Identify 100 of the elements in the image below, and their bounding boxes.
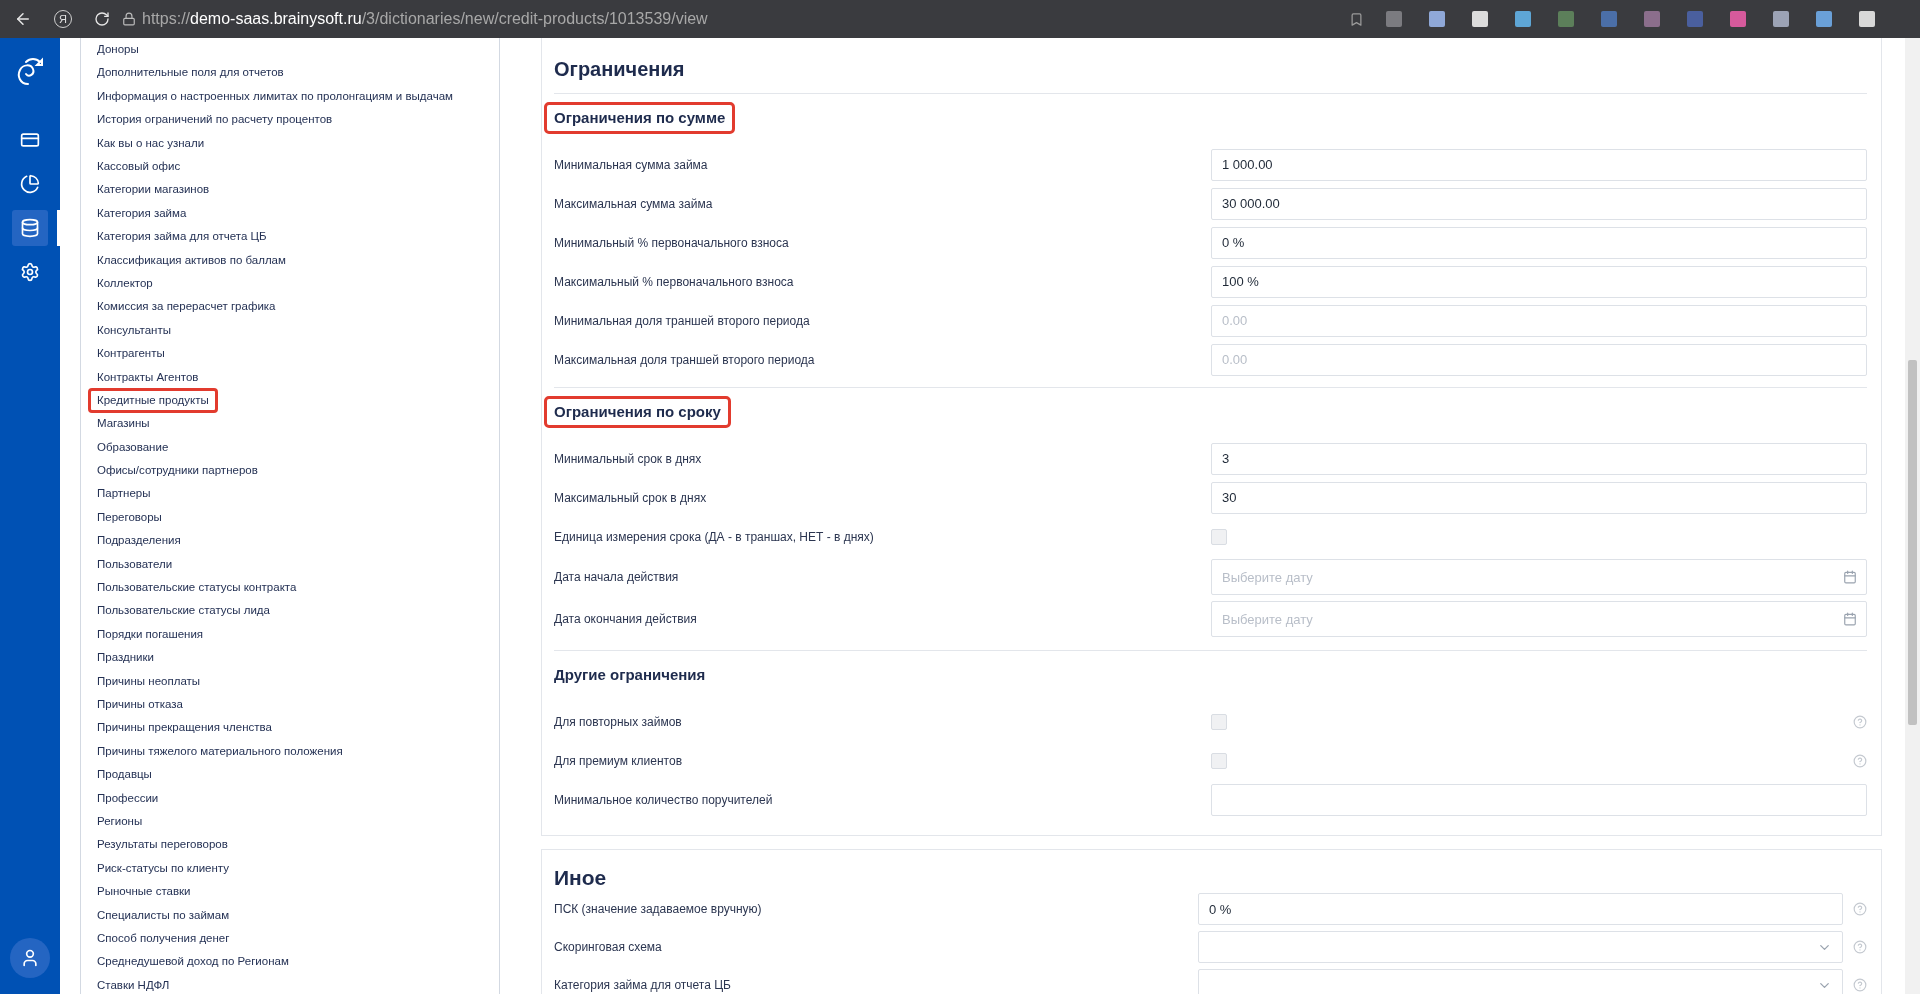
dictionary-item[interactable]: Комиссия за перерасчет графика — [94, 295, 279, 319]
input-field[interactable]: 3 — [1211, 442, 1867, 475]
scrollbar[interactable] — [1905, 38, 1920, 994]
help-icon[interactable] — [1853, 753, 1867, 768]
dictionary-item[interactable]: Категория займа — [94, 201, 190, 226]
card-title: Иное — [554, 865, 608, 890]
dictionary-item[interactable]: Причины неоплаты — [94, 669, 204, 693]
dictionary-item[interactable]: Ставки НДФЛ — [94, 973, 173, 994]
section-heading: Ограничения по сумме — [544, 101, 736, 135]
dictionary-item[interactable]: История ограничений по расчету процентов — [94, 108, 336, 132]
dictionary-item[interactable]: Пользовательские статусы контракта — [94, 576, 300, 600]
field-label: Для повторных займов — [554, 713, 683, 731]
user-avatar[interactable] — [10, 938, 50, 978]
select-field[interactable] — [1198, 931, 1843, 963]
dictionary-item[interactable]: Классификация активов по баллам — [94, 248, 289, 272]
credit-card-icon — [20, 130, 40, 150]
dictionary-item[interactable]: Образование — [94, 435, 172, 459]
dictionary-item[interactable]: Способ получения денег — [94, 926, 233, 951]
dictionary-item[interactable]: Риск-статусы по клиенту — [94, 856, 232, 880]
input-field[interactable]: 0.00 — [1211, 304, 1867, 337]
field-label: Минимальная сумма займа — [554, 156, 709, 174]
dictionary-item[interactable]: Кредитные продукты — [88, 387, 218, 414]
dictionary-item[interactable]: Причины тяжелого материального положения — [94, 739, 346, 764]
help-icon[interactable] — [1853, 714, 1867, 729]
help-icon[interactable] — [1853, 978, 1867, 992]
dictionary-item[interactable]: Причины отказа — [94, 693, 186, 717]
dictionary-item[interactable]: Среднедушевой доход по Регионам — [94, 950, 292, 974]
input-field[interactable]: 0.00 — [1211, 343, 1867, 376]
dictionary-item[interactable]: Категория займа для отчета ЦБ — [94, 225, 270, 249]
database-icon — [20, 218, 40, 238]
dictionary-item[interactable]: Магазины — [94, 412, 153, 436]
help-icon[interactable] — [1853, 902, 1867, 916]
dictionary-item[interactable]: Контрагенты — [94, 342, 168, 366]
dictionary-item[interactable]: Пользовательские статусы лида — [94, 599, 273, 623]
dictionary-item[interactable]: Переговоры — [94, 505, 165, 530]
dictionary-item[interactable]: Коллектор — [94, 271, 156, 296]
dictionary-item[interactable]: Контракты Агентов — [94, 365, 202, 389]
active-indicator — [57, 210, 60, 246]
dictionary-item[interactable]: Специалисты по займам — [94, 903, 233, 927]
select-field[interactable] — [1198, 969, 1843, 994]
dictionary-item[interactable]: Офисы/сотрудники партнеров — [94, 459, 261, 483]
field-label: Скоринговая схема — [554, 939, 663, 956]
bookmark-icon[interactable] — [1349, 11, 1364, 27]
date-field[interactable]: Выберите дату — [1211, 559, 1867, 595]
dictionary-item[interactable]: Кассовый офис — [94, 155, 184, 179]
field-label: Максимальный срок в днях — [554, 489, 708, 507]
calendar-icon — [1843, 612, 1857, 626]
field-label: Минимальный % первоначального взноса — [554, 234, 790, 252]
dictionary-item[interactable]: Причины прекращения членства — [94, 716, 275, 740]
back-icon[interactable] — [14, 10, 32, 28]
nav-button[interactable] — [12, 210, 48, 246]
checkbox[interactable] — [1211, 713, 1227, 730]
input-field[interactable]: 0 % — [1198, 893, 1843, 925]
dictionary-item[interactable]: Результаты переговоров — [94, 833, 231, 857]
user-icon — [20, 948, 40, 968]
dictionary-item[interactable]: Консультанты — [94, 318, 174, 342]
dictionary-item[interactable]: Дополнительные поля для отчетов — [94, 61, 287, 85]
reload-icon[interactable] — [94, 11, 110, 27]
dictionary-item[interactable]: Пользователи — [94, 552, 176, 576]
field-label: Максимальная доля траншей второго периода — [554, 351, 816, 369]
help-icon[interactable] — [1853, 940, 1867, 954]
field-label: Единица измерения срока (ДА - в траншах, НЕТ - в днях) — [554, 528, 875, 546]
dictionary-item[interactable]: Профессии — [94, 786, 162, 810]
address-field[interactable]: https://demo-saas.brainysoft.ru/3/dictionaries/new/credit-products/1013539/view — [142, 7, 708, 31]
input-field[interactable]: 30 — [1211, 481, 1867, 514]
section-heading: Другие ограничения — [553, 664, 707, 685]
field-label: Дата начала действия — [554, 569, 680, 586]
input-field[interactable]: 30 000.00 — [1211, 187, 1867, 220]
dictionary-item[interactable]: Информация о настроенных лимитах по пролонгациям и выдачам — [94, 84, 456, 109]
dictionary-item[interactable]: Партнеры — [94, 482, 154, 506]
field-label: Максимальная сумма займа — [554, 195, 714, 213]
pie-chart-icon — [20, 174, 40, 194]
dictionary-item[interactable]: Рыночные ставки — [94, 880, 194, 904]
input-field[interactable]: 1 000.00 — [1211, 148, 1867, 181]
input-field[interactable] — [1211, 783, 1867, 816]
field-label: Категория займа для отчета ЦБ — [554, 977, 732, 994]
card-title: Ограничения — [554, 57, 686, 82]
checkbox[interactable] — [1211, 528, 1227, 545]
calendar-icon — [1843, 570, 1857, 584]
dictionary-item[interactable]: Порядки погашения — [94, 622, 207, 647]
dictionary-item[interactable]: Доноры — [94, 38, 142, 62]
dictionary-item[interactable]: Продавцы — [94, 763, 155, 787]
field-label: Для премиум клиентов — [554, 752, 683, 770]
section-heading: Ограничения по сроку — [544, 395, 731, 429]
input-field[interactable]: 100 % — [1211, 265, 1867, 298]
lock-icon — [122, 12, 136, 26]
scrollbar-thumb[interactable] — [1908, 360, 1917, 725]
dictionary-item[interactable]: Категории магазинов — [94, 178, 213, 202]
dictionary-item[interactable]: Как вы о нас узнали — [94, 131, 208, 155]
input-field[interactable]: 0 % — [1211, 226, 1867, 259]
settings-icon — [20, 262, 40, 282]
dictionary-item[interactable]: Праздники — [94, 646, 157, 670]
field-label: Минимальный срок в днях — [554, 450, 703, 468]
checkbox[interactable] — [1211, 752, 1227, 769]
field-label: ПСК (значение задаваемое вручную) — [554, 901, 763, 918]
field-label: Дата окончания действия — [554, 611, 698, 628]
date-field[interactable]: Выберите дату — [1211, 601, 1867, 637]
dictionary-item[interactable]: Регионы — [94, 809, 146, 834]
dictionary-item[interactable]: Подразделения — [94, 529, 184, 553]
field-label: Максимальный % первоначального взноса — [554, 273, 795, 291]
